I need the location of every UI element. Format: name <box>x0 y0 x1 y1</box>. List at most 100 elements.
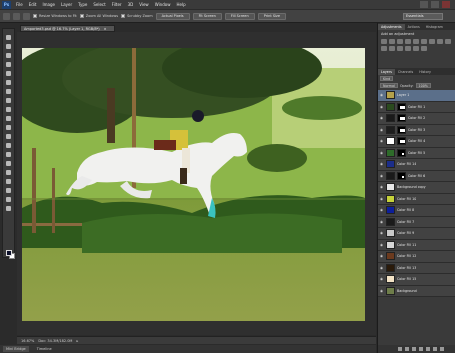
visibility-eye-icon[interactable]: ◉ <box>379 128 384 132</box>
visibility-eye-icon[interactable]: ◉ <box>379 254 384 258</box>
canvas-image[interactable] <box>22 48 365 321</box>
zoom-tool-icon[interactable] <box>3 12 10 20</box>
photo-filter-icon[interactable] <box>445 39 451 44</box>
scrubby-zoom-checkbox[interactable]: Scrubby Zoom <box>121 14 153 18</box>
visibility-eye-icon[interactable]: ◉ <box>379 208 384 212</box>
visibility-eye-icon[interactable]: ◉ <box>379 116 384 120</box>
dodge-tool-icon[interactable] <box>4 151 13 158</box>
crop-tool-icon[interactable] <box>4 70 13 77</box>
clone-stamp-tool-icon[interactable] <box>4 106 13 113</box>
opacity-input[interactable]: 100% <box>415 83 431 88</box>
layer-row[interactable]: ◉ Color Fill 6 <box>378 170 455 182</box>
workspace-select[interactable]: Essentials <box>403 13 443 20</box>
move-tool-icon[interactable] <box>4 34 13 41</box>
gradient-map-icon[interactable] <box>413 46 419 51</box>
zoom-level[interactable]: 16.67% <box>21 339 34 343</box>
layer-row[interactable]: ◉ Color Fill 5 <box>378 147 455 159</box>
status-menu-arrow-icon[interactable]: ▸ <box>76 339 78 343</box>
print-size-button[interactable]: Print Size <box>257 12 287 20</box>
tab-channels[interactable]: Channels <box>395 69 416 75</box>
color-balance-icon[interactable] <box>429 39 435 44</box>
actual-pixels-button[interactable]: Actual Pixels <box>155 12 190 20</box>
layer-row[interactable]: ◉ Color Fill 13 <box>378 262 455 274</box>
eyedropper-tool-icon[interactable] <box>4 79 13 86</box>
minimize-button[interactable] <box>420 1 428 8</box>
layer-row[interactable]: ◉ Color Fill 2 <box>378 113 455 125</box>
visibility-eye-icon[interactable]: ◉ <box>379 243 384 247</box>
close-tab-icon[interactable]: × <box>104 27 107 31</box>
hand-tool-icon[interactable] <box>4 196 13 203</box>
channel-mixer-icon[interactable] <box>381 46 387 51</box>
posterize-icon[interactable] <box>397 46 403 51</box>
tab-history[interactable]: History <box>416 69 434 75</box>
menu-edit[interactable]: Edit <box>26 2 40 7</box>
layer-style-icon[interactable] <box>405 347 409 351</box>
blur-tool-icon[interactable] <box>4 142 13 149</box>
visibility-eye-icon[interactable]: ◉ <box>379 151 384 155</box>
layer-row[interactable]: ◉ Color Fill 7 <box>378 216 455 228</box>
new-group-icon[interactable] <box>426 347 430 351</box>
fit-screen-button[interactable]: Fit Screen <box>192 12 222 20</box>
visibility-eye-icon[interactable]: ◉ <box>379 185 384 189</box>
invert-icon[interactable] <box>389 46 395 51</box>
menu-select[interactable]: Select <box>90 2 108 7</box>
menu-layer[interactable]: Layer <box>58 2 75 7</box>
new-layer-icon[interactable] <box>433 347 437 351</box>
brush-tool-icon[interactable] <box>4 97 13 104</box>
black-white-icon[interactable] <box>437 39 443 44</box>
hue-saturation-icon[interactable] <box>421 39 427 44</box>
marquee-tool-icon[interactable] <box>4 43 13 50</box>
shape-tool-icon[interactable] <box>4 187 13 194</box>
type-tool-icon[interactable] <box>4 169 13 176</box>
layer-row[interactable]: ◉ Background copy <box>378 182 455 194</box>
visibility-eye-icon[interactable]: ◉ <box>379 93 384 97</box>
menu-type[interactable]: Type <box>75 2 90 7</box>
pen-tool-icon[interactable] <box>4 160 13 167</box>
healing-brush-tool-icon[interactable] <box>4 88 13 95</box>
menu-help[interactable]: Help <box>173 2 188 7</box>
tab-histogram[interactable]: Histogram <box>423 24 446 30</box>
layer-row[interactable]: ◉ Color Fill 3 <box>378 124 455 136</box>
visibility-eye-icon[interactable]: ◉ <box>379 289 384 293</box>
menu-filter[interactable]: Filter <box>109 2 125 7</box>
menu-image[interactable]: Image <box>39 2 58 7</box>
vibrance-icon[interactable] <box>413 39 419 44</box>
layer-row[interactable]: ◉ Color Fill 4 <box>378 136 455 148</box>
layer-mask-thumbnail[interactable] <box>397 114 406 123</box>
layer-mask-thumbnail[interactable] <box>397 137 406 146</box>
zoom-in-icon[interactable] <box>13 12 20 20</box>
layer-mask-thumbnail[interactable] <box>397 102 406 111</box>
threshold-icon[interactable] <box>405 46 411 51</box>
resize-windows-checkbox[interactable]: Resize Windows to Fit <box>33 14 77 18</box>
zoom-all-checkbox[interactable]: Zoom All Windows <box>79 14 118 18</box>
selective-color-icon[interactable] <box>421 46 427 51</box>
foreground-color-swatch[interactable] <box>6 250 12 256</box>
layer-row[interactable]: ◉ Color Fill 10 <box>378 193 455 205</box>
lasso-tool-icon[interactable] <box>4 52 13 59</box>
brightness-contrast-icon[interactable] <box>381 39 387 44</box>
tab-mini-bridge[interactable]: Mini Bridge <box>3 346 29 352</box>
menu-view[interactable]: View <box>136 2 152 7</box>
layer-mask-thumbnail[interactable] <box>397 171 406 180</box>
kind-filter-select[interactable]: Kind <box>380 76 394 81</box>
visibility-eye-icon[interactable]: ◉ <box>379 231 384 235</box>
quick-select-tool-icon[interactable] <box>4 61 13 68</box>
link-layers-icon[interactable] <box>398 347 402 351</box>
tab-timeline[interactable]: Timeline <box>37 347 52 351</box>
zoom-out-icon[interactable] <box>23 12 30 20</box>
visibility-eye-icon[interactable]: ◉ <box>379 105 384 109</box>
gradient-tool-icon[interactable] <box>4 133 13 140</box>
visibility-eye-icon[interactable]: ◉ <box>379 266 384 270</box>
zoom-tool-icon[interactable] <box>4 205 13 212</box>
tab-actions[interactable]: Actions <box>405 24 423 30</box>
levels-icon[interactable] <box>389 39 395 44</box>
layer-row[interactable]: ◉ Color Fill 14 <box>378 159 455 171</box>
tab-layers[interactable]: Layers <box>378 69 395 75</box>
visibility-eye-icon[interactable]: ◉ <box>379 277 384 281</box>
curves-icon[interactable] <box>397 39 403 44</box>
visibility-eye-icon[interactable]: ◉ <box>379 220 384 224</box>
menu-file[interactable]: File <box>13 2 26 7</box>
layer-row[interactable]: ◉ Color Fill 9 <box>378 228 455 240</box>
new-adjustment-icon[interactable] <box>419 347 423 351</box>
menu-window[interactable]: Window <box>152 2 174 7</box>
